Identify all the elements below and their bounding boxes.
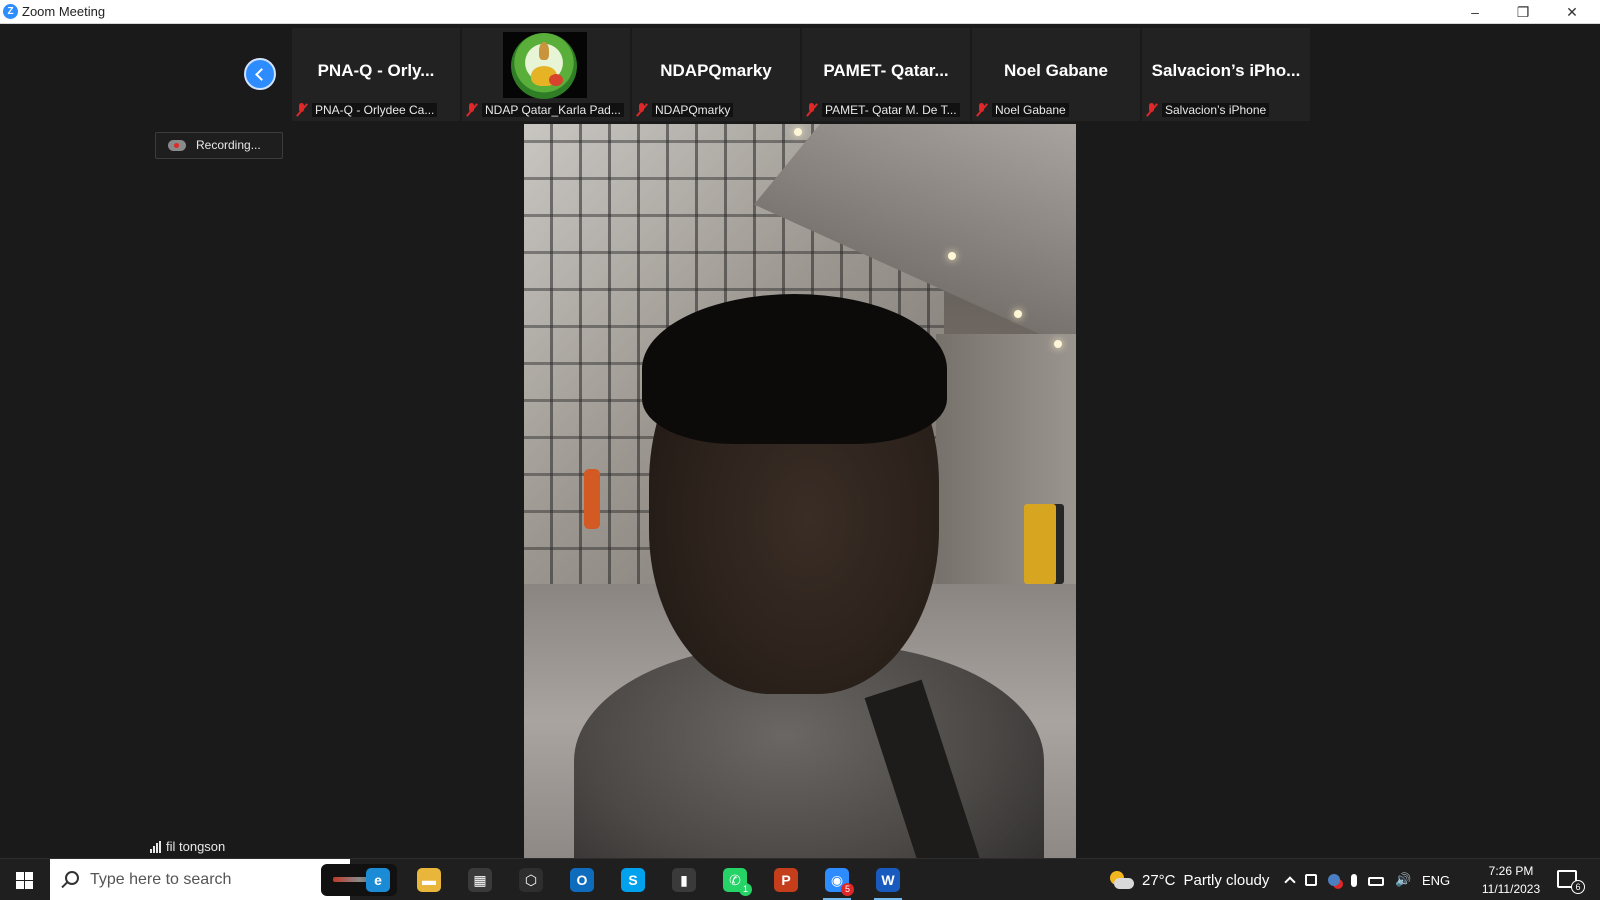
powerpoint-icon: P [774,868,798,892]
participant-name: NDAPQmarky [660,61,772,80]
mic-muted-icon [636,102,648,117]
close-button[interactable]: ✕ [1549,0,1595,24]
taskbar-app-file-explorer[interactable]: ▬ [405,859,453,900]
participant-tile[interactable]: PNA-Q - Orly... PNA-Q - Orlydee Ca... [292,28,460,121]
participant-name: Noel Gabane [1004,61,1108,80]
participant-name: Salvacion’s iPho... [1151,61,1301,80]
clock-time: 7:26 PM [1488,864,1534,878]
active-speaker-video[interactable] [524,124,1076,858]
battery-icon[interactable] [1368,876,1384,886]
restore-button[interactable]: ❐ [1500,0,1546,24]
ceiling-light [794,128,802,136]
mic-muted-icon [1146,102,1158,117]
participant-tile[interactable]: PAMET- Qatar... PAMET- Qatar M. De T... [802,28,970,121]
usb-device-icon: ▮ [672,868,696,892]
cloud-recording-icon [168,140,186,151]
participant-tile[interactable]: Salvacion’s iPho... Salvacion’s iPhone [1142,28,1310,121]
connection-signal-icon [150,840,161,853]
mic-muted-icon [466,102,478,117]
previous-page-button[interactable] [244,58,276,90]
edge-icon: e [366,868,390,892]
search-icon [65,871,79,885]
language-indicator[interactable]: ENG [1422,873,1450,888]
taskbar-search[interactable] [50,859,397,900]
participant-avatar-logo [503,32,587,99]
participant-label: NDAP Qatar_Karla Pad... [482,102,624,117]
system-tray: 🔊 ENG [1284,859,1450,900]
participant-label: Noel Gabane [992,102,1069,117]
background-worker [584,469,600,529]
taskbar-app-powerpoint[interactable]: P [762,859,810,900]
participant-tile[interactable]: Noel Gabane Noel Gabane [972,28,1140,121]
start-button[interactable] [0,859,48,900]
taskbar-app-skype[interactable]: S [609,859,657,900]
window-title: Zoom Meeting [22,4,106,19]
taskbar-app-usb-device[interactable]: ▮ [660,859,708,900]
file-explorer-icon: ▬ [417,868,441,892]
mic-muted-icon [976,102,988,117]
microsoft-store-icon: ▦ [468,868,492,892]
windows-logo-icon [16,872,33,889]
search-input[interactable] [90,859,310,900]
windows-taskbar: e ▬ ▦ ⬡ O S ▮ ✆1 P ◉5 W 27°C Partly cloudy 🔊 ENG 7… [0,858,1600,900]
mic-muted-icon [296,102,308,117]
outlook-icon: O [570,868,594,892]
clock-date: 11/11/2023 [1481,882,1541,896]
taskbar-app-zoom[interactable]: ◉ 5 [813,859,861,900]
zoom-app-icon: Z [3,4,18,19]
microphone-icon[interactable] [1351,873,1357,887]
recording-indicator[interactable]: Recording... [155,132,283,159]
window-titlebar: Z Zoom Meeting – ❐ ✕ [0,0,1600,24]
word-icon: W [876,868,900,892]
app-badge: 1 [739,883,752,896]
participant-label: Salvacion’s iPhone [1162,102,1270,117]
app-status-icon[interactable] [1328,874,1340,886]
minimize-button[interactable]: – [1452,0,1498,24]
skype-icon: S [621,868,645,892]
partly-cloudy-icon [1108,869,1134,891]
recording-label: Recording... [196,138,261,152]
notification-center-icon[interactable]: 6 [1557,870,1585,894]
participant-label: NDAPQmarky [652,102,734,117]
ceiling-light [1054,340,1062,348]
taskbar-app-word[interactable]: W [864,859,912,900]
participant-strip: PNA-Q - Orly... PNA-Q - Orlydee Ca... ND… [292,28,1310,121]
participant-tile[interactable]: NDAPQmarky NDAPQmarky [632,28,800,121]
weather-temp: 27°C [1142,871,1176,889]
meet-now-icon[interactable] [1305,874,1317,886]
taskbar-app-edge[interactable]: e [354,859,402,900]
background-cart [1024,504,1064,584]
participant-name: PAMET- Qatar... [823,61,949,80]
speaker-hair [642,294,947,444]
taskbar-app-whatsapp[interactable]: ✆ 1 [711,859,759,900]
ceiling-light [948,252,956,260]
participant-label: PNA-Q - Orlydee Ca... [312,102,438,117]
taskbar-app-outlook[interactable]: O [558,859,606,900]
notification-count: 6 [1571,880,1585,894]
participant-label: PAMET- Qatar M. De T... [822,102,960,117]
meeting-area: PNA-Q - Orly... PNA-Q - Orlydee Ca... ND… [0,24,1600,858]
taskbar-app-package-app[interactable]: ⬡ [507,859,555,900]
show-hidden-icons-icon[interactable] [1284,876,1296,888]
speaker-name: fil tongson [166,839,226,854]
weather-text: Partly cloudy [1183,871,1270,889]
taskbar-clock[interactable]: 7:26 PM 11/11/2023 [1476,862,1546,898]
weather-widget[interactable]: 27°C Partly cloudy [1108,859,1269,900]
participant-tile[interactable]: NDAP Qatar_Karla Pad... [462,28,630,121]
volume-icon[interactable]: 🔊 [1395,873,1411,887]
participant-name: PNA-Q - Orly... [317,61,435,80]
ceiling-light [1014,310,1022,318]
package-app-icon: ⬡ [519,868,543,892]
speaker-name-tag: fil tongson [150,839,225,854]
mic-muted-icon [806,102,818,117]
taskbar-app-microsoft-store[interactable]: ▦ [456,859,504,900]
app-badge: 5 [841,883,854,896]
